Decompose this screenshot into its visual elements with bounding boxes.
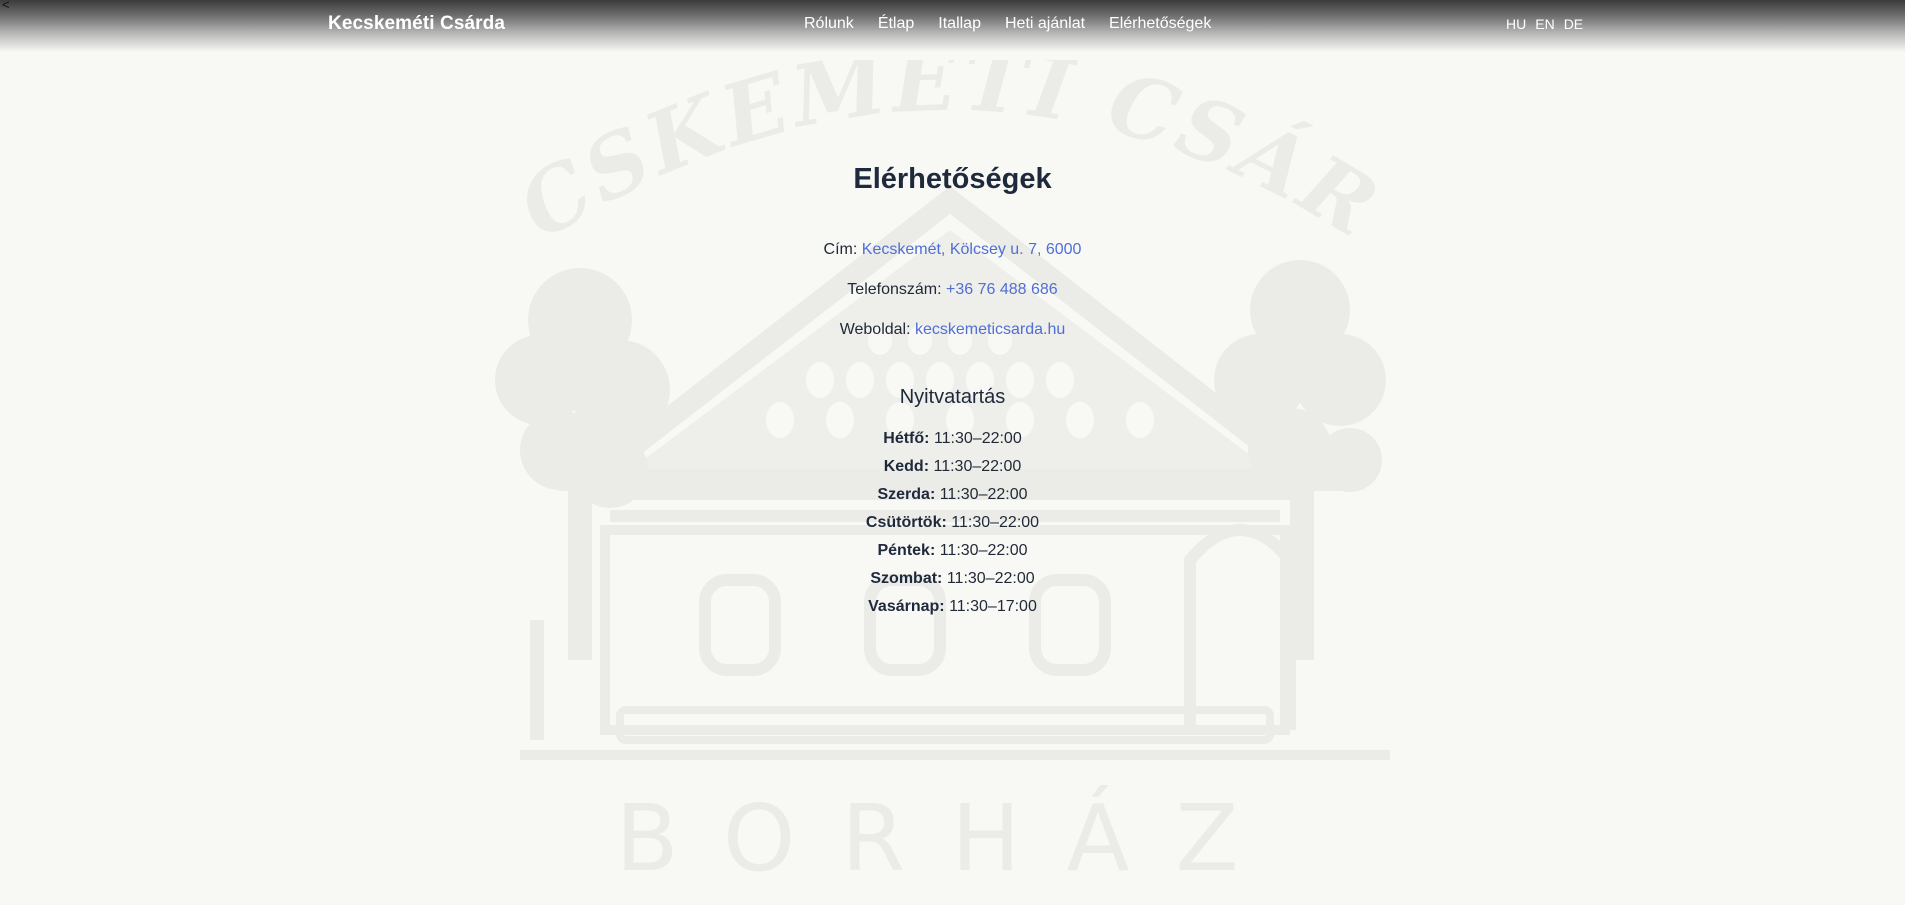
- day-label: Szerda:: [877, 486, 936, 503]
- hours-row-monday: Hétfő: 11:30–22:00: [0, 428, 1905, 456]
- language-en[interactable]: EN: [1535, 16, 1554, 32]
- day-label: Hétfő:: [883, 430, 930, 447]
- language-hu[interactable]: HU: [1506, 16, 1526, 32]
- main-nav: Rólunk Étlap Itallap Heti ajánlat Elérhe…: [804, 15, 1235, 33]
- hours-row-saturday: Szombat: 11:30–22:00: [0, 568, 1905, 596]
- time-value: 11:30–22:00: [939, 542, 1028, 559]
- top-navigation-bar: Kecskeméti Csárda Rólunk Étlap Itallap H…: [0, 0, 1905, 52]
- website-label: Weboldal:: [839, 321, 911, 338]
- phone-link[interactable]: +36 76 488 686: [946, 281, 1058, 298]
- hours-row-wednesday: Szerda: 11:30–22:00: [0, 484, 1905, 512]
- phone-label: Telefonszám:: [847, 281, 942, 298]
- nav-item-heti-ajanlat[interactable]: Heti ajánlat: [1005, 15, 1085, 33]
- hours-row-friday: Péntek: 11:30–22:00: [0, 540, 1905, 568]
- address-link[interactable]: Kecskemét, Kölcsey u. 7, 6000: [862, 241, 1082, 258]
- address-label: Cím:: [823, 241, 858, 258]
- opening-hours-list: Hétfő: 11:30–22:00 Kedd: 11:30–22:00 Sze…: [0, 428, 1905, 624]
- page: KECSKEMÉTI CSÁRDA: [0, 0, 1905, 905]
- time-value: 11:30–22:00: [951, 514, 1040, 531]
- opening-hours-title: Nyitvatartás: [899, 386, 1006, 408]
- day-label: Szombat:: [870, 570, 943, 587]
- hours-row-sunday: Vasárnap: 11:30–17:00: [0, 596, 1905, 624]
- address-line: Cím: Kecskemét, Kölcsey u. 7, 6000: [0, 241, 1905, 259]
- nav-item-elerhetosegek[interactable]: Elérhetőségek: [1109, 15, 1211, 33]
- hours-row-tuesday: Kedd: 11:30–22:00: [0, 456, 1905, 484]
- language-de[interactable]: DE: [1564, 16, 1583, 32]
- brand-logo-link[interactable]: Kecskeméti Csárda: [328, 13, 505, 35]
- back-button[interactable]: <: [2, 0, 10, 12]
- watermark-bottom-text: BORHÁZ: [616, 784, 1285, 890]
- time-value: 11:30–22:00: [933, 458, 1022, 475]
- language-switcher: HU EN DE: [1506, 16, 1592, 32]
- watermark-arc-text: KECSKEMÉTI CSÁRDA: [490, 60, 1397, 258]
- day-label: Csütörtök:: [865, 514, 947, 531]
- phone-line: Telefonszám: +36 76 488 686: [0, 281, 1905, 299]
- website-line: Weboldal: kecskemeticsarda.hu: [0, 321, 1905, 339]
- day-label: Kedd:: [883, 458, 930, 475]
- day-label: Vasárnap:: [868, 598, 945, 615]
- nav-item-etlap[interactable]: Étlap: [878, 15, 914, 33]
- nav-item-rolunk[interactable]: Rólunk: [804, 15, 854, 33]
- website-link[interactable]: kecskemeticsarda.hu: [915, 321, 1065, 338]
- nav-item-itallap[interactable]: Itallap: [938, 15, 981, 33]
- time-value: 11:30–17:00: [949, 598, 1037, 615]
- time-value: 11:30–22:00: [933, 430, 1022, 447]
- day-label: Péntek:: [877, 542, 936, 559]
- time-value: 11:30–22:00: [939, 486, 1028, 503]
- page-title: Elérhetőségek: [853, 163, 1052, 195]
- hours-row-thursday: Csütörtök: 11:30–22:00: [0, 512, 1905, 540]
- time-value: 11:30–22:00: [946, 570, 1035, 587]
